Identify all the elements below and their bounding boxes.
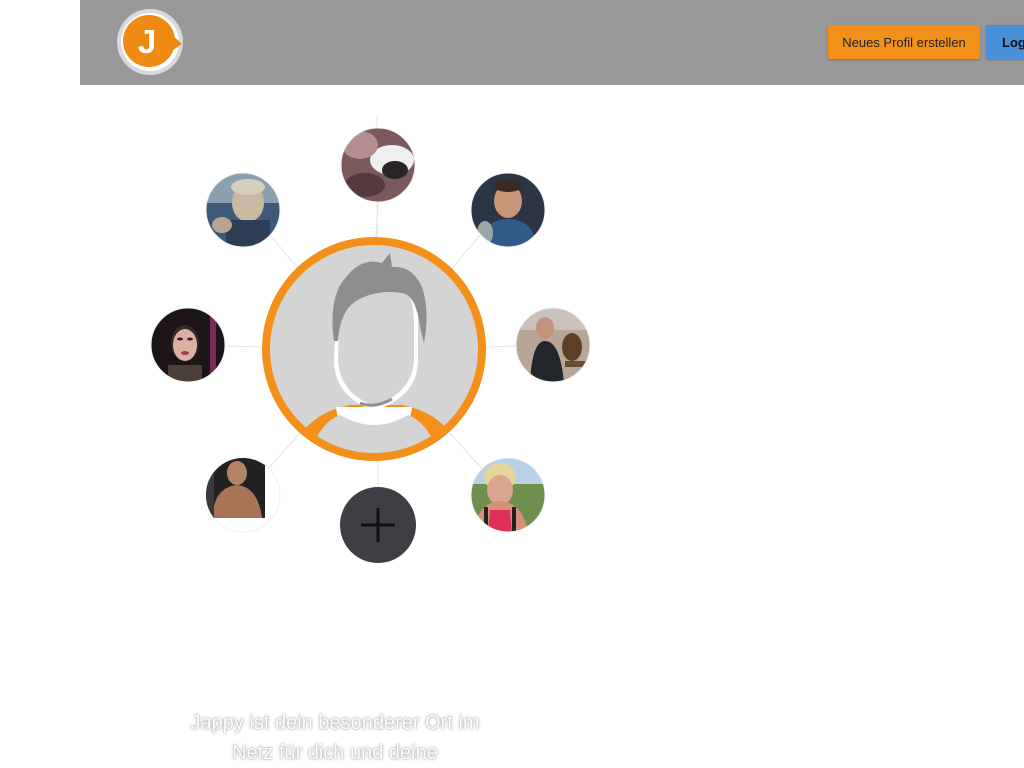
header-bar: J Neues Profil erstellen Log [80, 0, 1024, 85]
profile-avatar-left[interactable] [150, 307, 227, 385]
create-profile-button[interactable]: Neues Profil erstellen [828, 25, 980, 59]
profile-avatar-bottom-right[interactable] [470, 457, 547, 534]
profile-avatar-top-right[interactable] [470, 172, 547, 249]
tagline-line-1: Jappy ist dein besonderer Ort im [190, 712, 480, 734]
login-button[interactable]: Log [986, 25, 1024, 59]
profile-avatar-right[interactable] [515, 307, 592, 384]
profile-avatar-bottom-left[interactable] [205, 457, 281, 533]
profile-network [150, 115, 592, 563]
tagline: Jappy ist dein besonderer Ort im Netz fü… [150, 708, 520, 768]
page: J Neues Profil erstellen Log Jappy ist d… [0, 0, 1024, 768]
profile-avatar-top-left[interactable] [205, 172, 282, 250]
logo-letter: J [138, 23, 156, 60]
profile-avatar-top[interactable] [340, 127, 416, 203]
center-profile-avatar[interactable] [262, 237, 486, 461]
add-profile-button[interactable] [340, 487, 416, 563]
jappy-logo[interactable]: J [116, 8, 184, 76]
tagline-line-2: Netz für dich und deine [232, 742, 438, 764]
